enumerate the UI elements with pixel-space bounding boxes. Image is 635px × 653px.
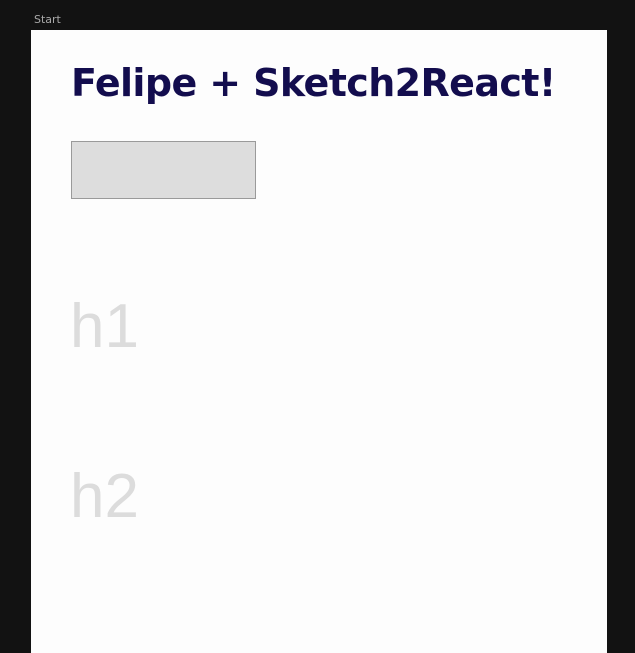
heading-1-sample: h1 (70, 292, 139, 361)
page-title: Felipe + Sketch2React! (71, 61, 556, 105)
heading-2-sample: h2 (70, 462, 139, 531)
artboard-start[interactable]: Felipe + Sketch2React! h1 h2 (31, 30, 607, 653)
placeholder-rectangle (71, 141, 256, 199)
artboard-name-label[interactable]: Start (34, 13, 61, 27)
